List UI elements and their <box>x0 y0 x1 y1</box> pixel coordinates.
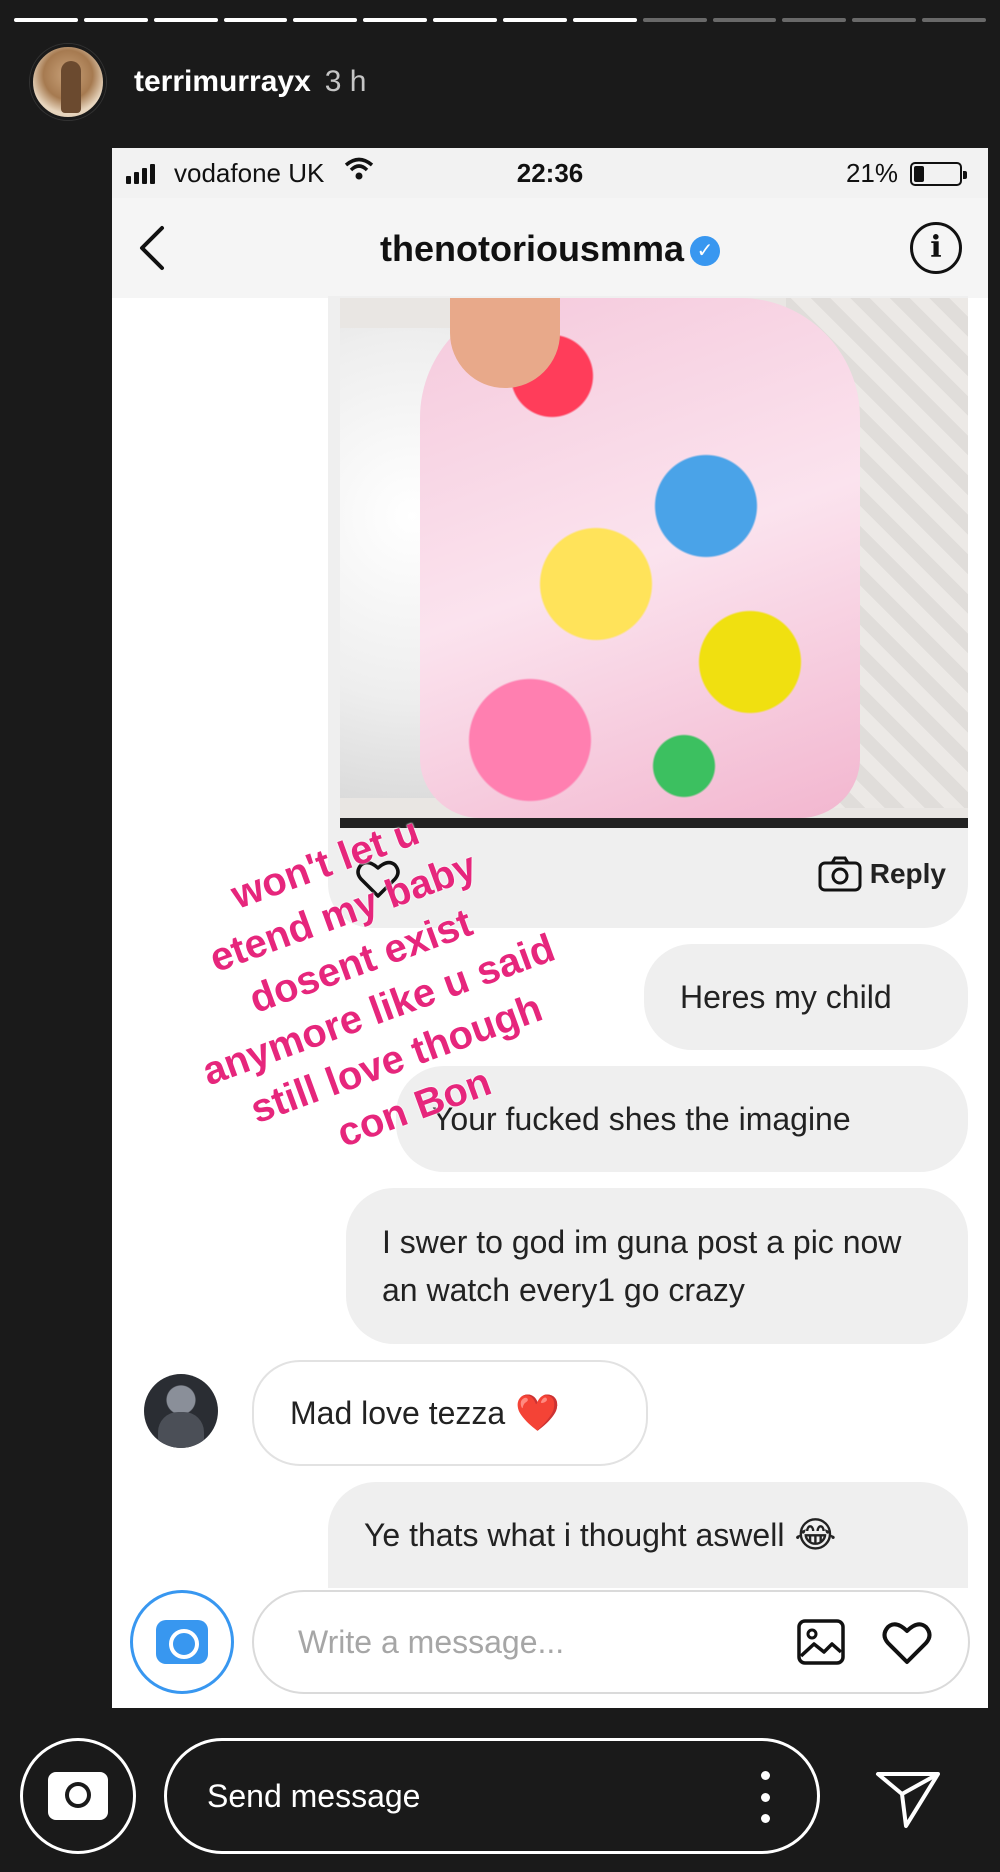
story-avatar[interactable] <box>30 44 106 120</box>
progress-segment <box>223 18 288 22</box>
send-message-input[interactable]: Send message <box>164 1738 820 1854</box>
story-username[interactable]: terrimurrayx <box>134 65 311 99</box>
gallery-icon[interactable] <box>796 1618 846 1666</box>
message-bubble[interactable]: I swer to god im guna post a pic now an … <box>346 1188 968 1344</box>
tears-of-joy-emoji: 😂 <box>794 1514 837 1555</box>
progress-segment <box>293 18 358 22</box>
progress-segment <box>852 18 917 22</box>
battery-icon <box>910 162 967 186</box>
progress-segment <box>14 18 78 22</box>
message-bubble[interactable]: Heres my child <box>644 944 968 1050</box>
message-text: Ye thats what i thought aswell <box>364 1517 785 1553</box>
progress-segment <box>572 18 637 22</box>
phone-status-bar: vodafone UK 22:36 21% <box>112 148 988 198</box>
story-screenshot: vodafone UK 22:36 21% thenotoriousmma ✓ i <box>112 148 988 1708</box>
camera-icon <box>156 1620 208 1664</box>
more-options-icon[interactable] <box>761 1771 771 1823</box>
progress-segment <box>83 18 148 22</box>
progress-segment <box>782 18 847 22</box>
story-camera-button[interactable] <box>20 1738 136 1854</box>
incoming-message-bubble[interactable]: Mad love tezza ❤️ <box>252 1360 648 1466</box>
reply-label: Reply <box>869 858 946 889</box>
sender-avatar[interactable] <box>144 1374 218 1448</box>
progress-segment <box>153 18 218 22</box>
dm-username[interactable]: thenotoriousmma <box>380 228 684 269</box>
progress-segment <box>503 18 567 22</box>
heart-icon[interactable] <box>880 1616 934 1668</box>
progress-segment <box>642 18 707 22</box>
message-input[interactable]: Write a message... <box>252 1590 970 1694</box>
info-icon[interactable]: i <box>910 222 962 274</box>
message-text: I swer to god im guna post a pic now an … <box>382 1224 902 1308</box>
message-text: Heres my child <box>680 979 892 1015</box>
message-text: Mad love tezza <box>290 1395 506 1431</box>
progress-segment <box>922 18 987 22</box>
red-heart-emoji: ❤️ <box>515 1392 561 1433</box>
baby-photo[interactable] <box>340 298 968 828</box>
camera-icon <box>48 1772 108 1820</box>
progress-segment <box>363 18 428 22</box>
camera-button[interactable] <box>130 1590 234 1694</box>
camera-outline-icon <box>818 856 862 892</box>
verified-badge-icon: ✓ <box>690 236 720 267</box>
dm-header: thenotoriousmma ✓ i <box>112 198 988 298</box>
progress-segment <box>712 18 777 22</box>
reply-button[interactable]: Reply <box>818 856 946 892</box>
message-bubble[interactable]: Ye thats what i thought aswell 😂 <box>328 1482 968 1588</box>
progress-segment <box>433 18 498 22</box>
message-input-placeholder: Write a message... <box>298 1623 565 1660</box>
story-progress-bar <box>14 18 987 22</box>
dm-title[interactable]: thenotoriousmma ✓ <box>112 228 988 270</box>
battery-percent: 21% <box>845 158 898 188</box>
story-time-ago: 3 h <box>324 65 367 98</box>
direct-send-icon[interactable] <box>872 1760 944 1832</box>
story-header: terrimurrayx 3 h <box>30 44 366 120</box>
send-message-placeholder: Send message <box>207 1777 421 1814</box>
